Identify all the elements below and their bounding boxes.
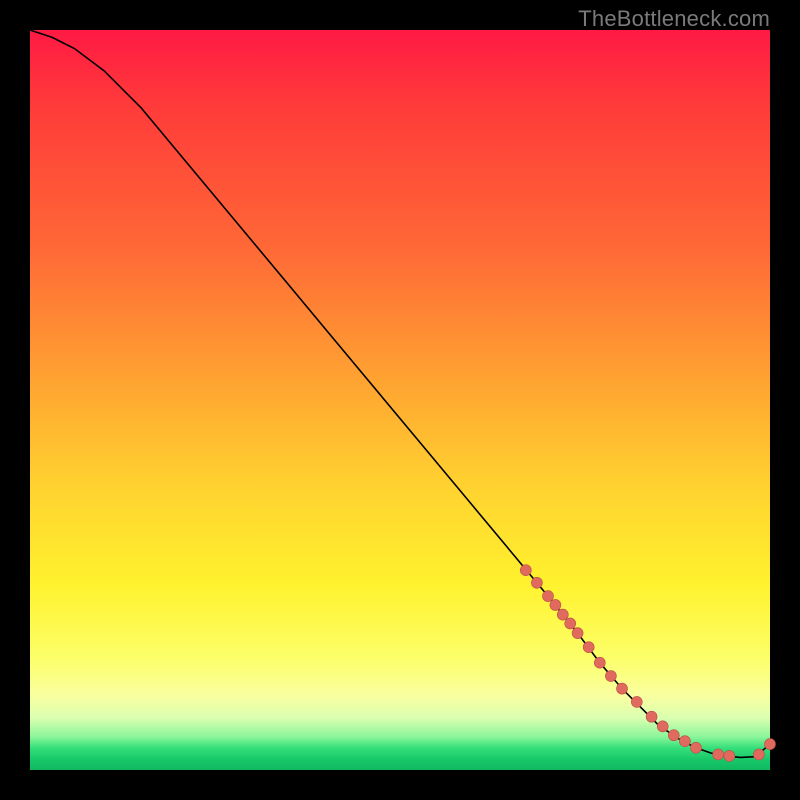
marker-point: [646, 711, 657, 722]
marker-point: [583, 642, 594, 653]
marker-point: [565, 618, 576, 629]
marker-point: [520, 565, 531, 576]
marker-point: [631, 696, 642, 707]
marker-point: [572, 628, 583, 639]
chart-frame: TheBottleneck.com: [0, 0, 800, 800]
marker-point: [594, 657, 605, 668]
marker-point: [765, 739, 776, 750]
marker-point: [617, 683, 628, 694]
marker-point: [657, 721, 668, 732]
marker-point: [531, 577, 542, 588]
marker-point: [668, 730, 679, 741]
marker-point: [557, 609, 568, 620]
marker-point: [543, 591, 554, 602]
bottleneck-curve: [30, 30, 770, 757]
markers-group: [520, 565, 775, 762]
marker-point: [679, 736, 690, 747]
marker-point: [713, 749, 724, 760]
marker-point: [753, 749, 764, 760]
marker-point: [605, 671, 616, 682]
marker-point: [724, 750, 735, 761]
watermark-text: TheBottleneck.com: [578, 6, 770, 32]
curve-svg: [30, 30, 770, 770]
marker-point: [550, 599, 561, 610]
marker-point: [691, 742, 702, 753]
plot-area: [30, 30, 770, 770]
